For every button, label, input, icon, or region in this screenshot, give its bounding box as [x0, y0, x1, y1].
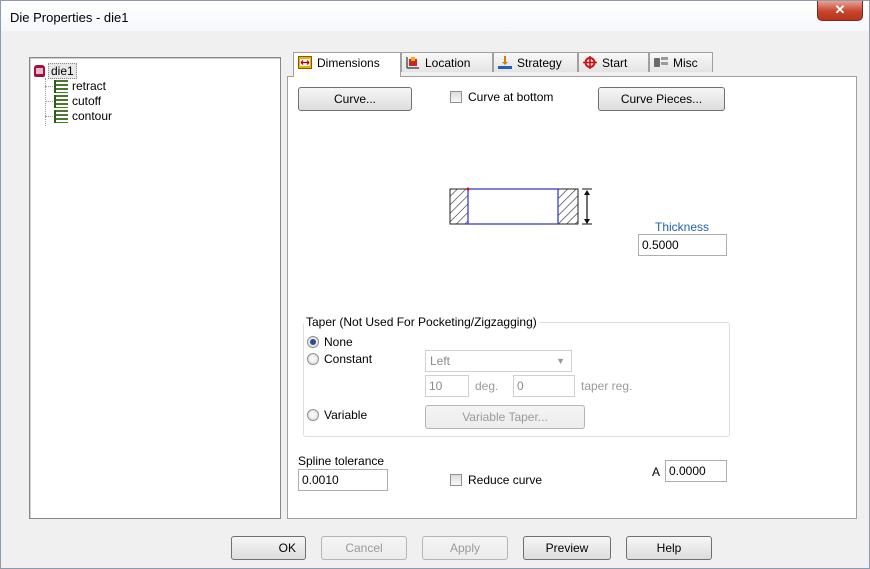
taper-direction-select[interactable]: Left ▼	[425, 350, 572, 372]
chevron-down-icon: ▼	[556, 356, 565, 366]
taper-angle-input[interactable]: 10	[425, 375, 469, 397]
strategy-icon	[498, 56, 512, 69]
tab-strategy[interactable]: Strategy	[493, 52, 578, 72]
window-title: Die Properties - die1	[10, 10, 129, 25]
spline-tolerance-input[interactable]: 0.0010	[298, 469, 388, 491]
start-crosshair-icon	[583, 56, 597, 69]
tab-label: Strategy	[517, 56, 562, 70]
ok-button-label: OK	[278, 541, 296, 555]
misc-icon	[654, 57, 668, 67]
taper-none-radio[interactable]	[307, 336, 319, 348]
reduce-curve-checkbox[interactable]	[450, 474, 462, 486]
curve-button[interactable]: Curve...	[298, 87, 412, 111]
tree-item-contour[interactable]: contour	[54, 109, 112, 123]
thickness-diagram	[449, 187, 592, 225]
tab-label: Location	[425, 56, 471, 70]
reduce-curve-label: Reduce curve	[468, 473, 543, 487]
variable-taper-button[interactable]: Variable Taper...	[425, 405, 585, 429]
a-label: A	[652, 465, 661, 479]
taper-group-legend: Taper (Not Used For Pocketing/Zigzagging…	[304, 315, 539, 329]
dimensions-panel: Curve... Curve at bottom Curve Pieces...	[287, 76, 857, 519]
dialog-window: Die Properties - die1 ✕ die1 retract cut…	[0, 0, 870, 569]
tree-item-label: contour	[72, 109, 113, 123]
dialog-client: die1 retract cutoff contour Dimensions L…	[7, 31, 863, 562]
toolpath-icon	[54, 95, 68, 108]
toolpath-icon	[54, 80, 68, 93]
tree-item-label: die1	[48, 63, 77, 79]
curve-at-bottom-label: Curve at bottom	[468, 90, 554, 104]
spline-tolerance-label: Spline tolerance	[298, 454, 385, 468]
thickness-input[interactable]: 0.5000	[638, 234, 727, 256]
help-button[interactable]: Help	[626, 536, 712, 560]
curve-at-bottom-checkbox[interactable]	[450, 91, 462, 103]
tab-location[interactable]: Location	[401, 52, 493, 72]
taper-constant-label: Constant	[324, 352, 373, 366]
apply-button[interactable]: Apply	[422, 536, 508, 560]
tab-start[interactable]: Start	[578, 52, 649, 72]
curve-pieces-button[interactable]: Curve Pieces...	[598, 87, 725, 111]
die-icon	[34, 65, 45, 77]
close-button[interactable]: ✕	[817, 1, 863, 21]
a-input[interactable]: 0.0000	[665, 460, 727, 482]
tab-label: Dimensions	[317, 56, 380, 70]
taper-none-label: None	[324, 335, 353, 349]
cancel-button[interactable]: Cancel	[321, 536, 407, 560]
tab-label: Misc	[673, 56, 698, 70]
toolpath-icon	[54, 110, 68, 123]
tree-item-label: retract	[72, 79, 107, 93]
taper-angle-unit: deg.	[475, 379, 499, 393]
taper-direction-value: Left	[430, 354, 451, 368]
tab-dimensions[interactable]: Dimensions	[293, 52, 401, 77]
location-icon	[406, 57, 419, 69]
taper-variable-radio[interactable]	[307, 409, 319, 421]
tab-misc[interactable]: Misc	[649, 52, 713, 72]
title-bar: Die Properties - die1 ✕	[1, 1, 869, 31]
tab-label: Start	[602, 56, 628, 70]
thickness-label: Thickness	[655, 220, 710, 234]
die-tree-view[interactable]: die1 retract cutoff contour	[29, 57, 281, 519]
ok-button[interactable]: OK	[231, 536, 306, 560]
taper-variable-label: Variable	[324, 408, 368, 422]
tree-item-label: cutoff	[72, 94, 102, 108]
preview-button[interactable]: Preview	[523, 536, 611, 560]
tree-item-die1[interactable]: die1	[34, 63, 77, 79]
taper-constant-radio[interactable]	[307, 353, 319, 365]
taper-reg-label: taper reg.	[581, 379, 633, 393]
taper-reg-input[interactable]: 0	[513, 375, 575, 397]
dimensions-icon	[298, 56, 312, 69]
tree-item-cutoff[interactable]: cutoff	[54, 94, 101, 108]
tree-item-retract[interactable]: retract	[54, 79, 106, 93]
